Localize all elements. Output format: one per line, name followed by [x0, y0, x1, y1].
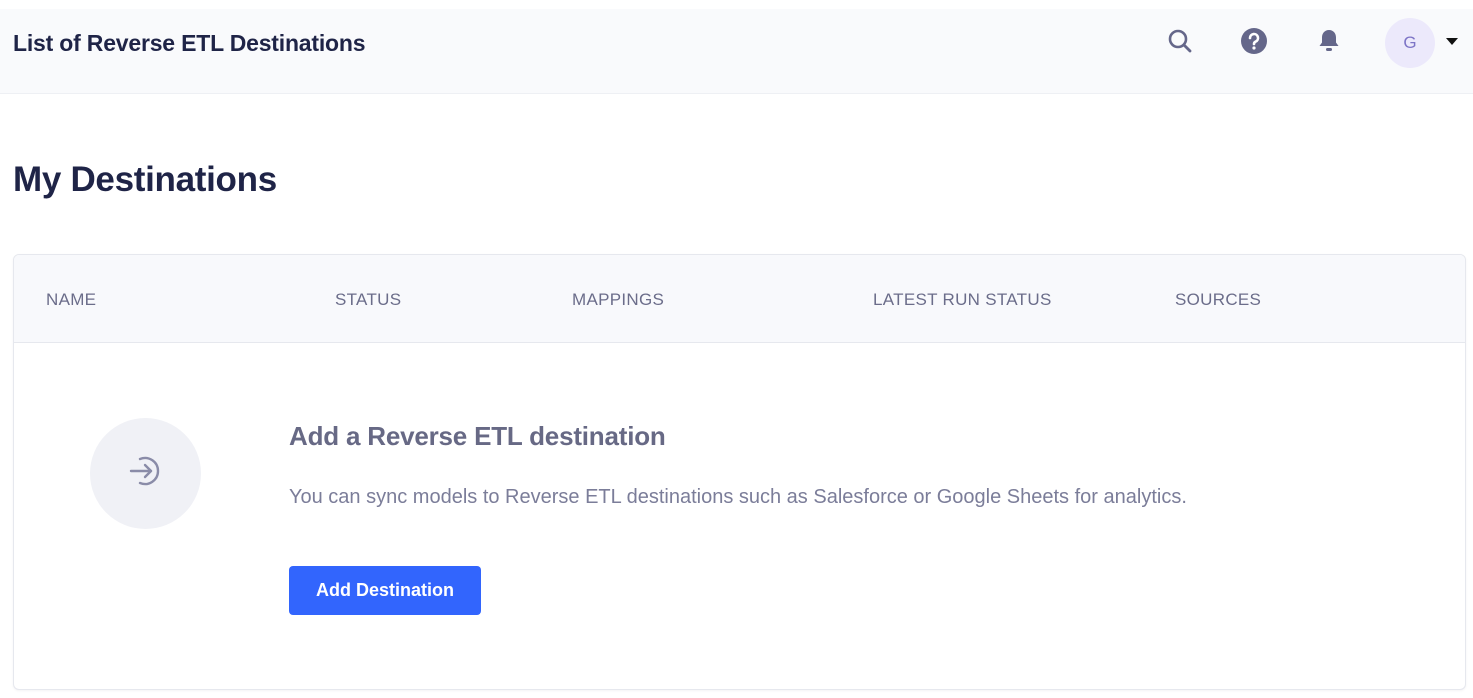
search-button[interactable]	[1165, 28, 1195, 58]
caret-down-icon[interactable]	[1446, 38, 1458, 45]
bell-icon	[1317, 28, 1341, 59]
column-header-status: STATUS	[335, 290, 402, 309]
empty-state-title: Add a Reverse ETL destination	[289, 421, 666, 451]
empty-state-description: You can sync models to Reverse ETL desti…	[289, 486, 1187, 508]
avatar-initial: G	[1403, 33, 1417, 52]
destinations-table: NAME STATUS MAPPINGS LATEST RUN STATUS S…	[13, 254, 1466, 690]
notifications-button[interactable]	[1314, 28, 1344, 58]
page-title: My Destinations	[13, 160, 277, 199]
column-header-mappings: MAPPINGS	[572, 290, 665, 309]
help-button[interactable]	[1239, 27, 1269, 60]
empty-state-icon-container	[90, 418, 201, 529]
page-header-title: List of Reverse ETL Destinations	[13, 30, 366, 56]
sign-in-arrow-icon	[124, 449, 168, 498]
top-bar: List of Reverse ETL Destinations G	[0, 9, 1473, 94]
search-icon	[1167, 28, 1193, 59]
column-header-sources: SOURCES	[1175, 290, 1262, 309]
table-header: NAME STATUS MAPPINGS LATEST RUN STATUS S…	[14, 255, 1465, 343]
user-avatar[interactable]: G	[1385, 18, 1435, 68]
help-icon	[1240, 27, 1268, 60]
column-header-name: NAME	[46, 290, 97, 309]
add-destination-button[interactable]: Add Destination	[289, 566, 481, 615]
column-header-latest-run-status: LATEST RUN STATUS	[873, 290, 1052, 309]
